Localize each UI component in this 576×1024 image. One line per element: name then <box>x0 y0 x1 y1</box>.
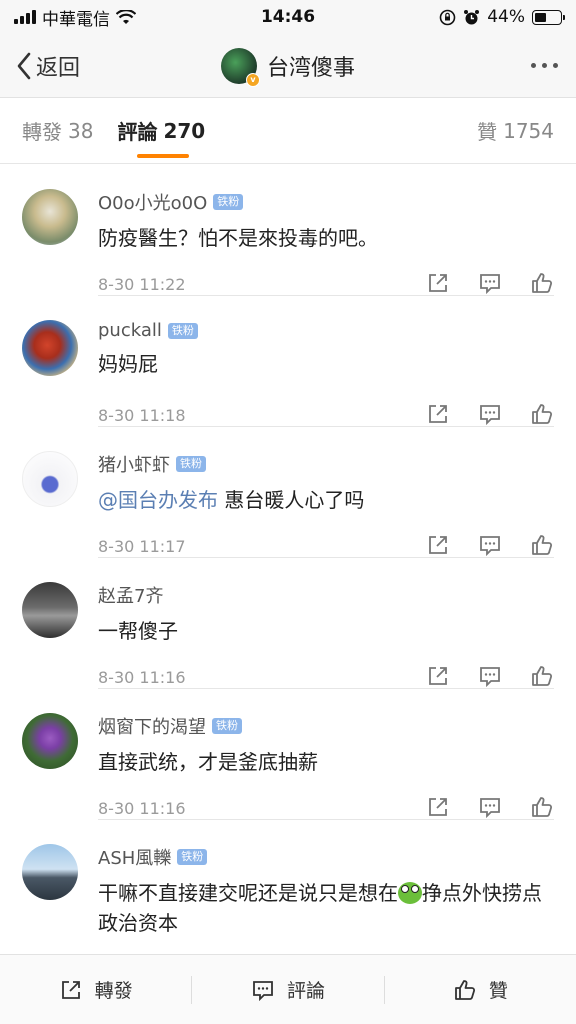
like-icon[interactable] <box>530 795 554 819</box>
comment-button[interactable]: 評論 <box>192 976 383 1003</box>
back-button[interactable]: 返回 <box>0 50 80 82</box>
reply-icon[interactable] <box>478 533 502 557</box>
comment-item: 烟窗下的渴望 铁粉 直接武统，才是釜底抽薪 8-30 11:16 <box>0 689 576 820</box>
username[interactable]: 烟窗下的渴望 <box>98 713 206 739</box>
carrier-name: 中華電信 <box>42 9 110 30</box>
tab-likes[interactable]: 贊 1754 <box>477 98 554 164</box>
comment-item: 猪小虾虾 铁粉 @国台办发布 惠台暖人心了吗 8-30 11:17 <box>0 427 576 558</box>
back-label: 返回 <box>36 55 81 81</box>
more-options-icon[interactable] <box>531 63 576 68</box>
tab-comments-count: 270 <box>163 118 206 143</box>
username[interactable]: puckall <box>98 320 162 341</box>
tab-repost-count: 38 <box>68 118 94 143</box>
tab-comments-label: 評論 <box>117 120 158 144</box>
comment-text: 一帮傻子 <box>98 619 178 643</box>
fan-badge: 铁粉 <box>212 718 242 734</box>
chevron-left-icon <box>17 52 31 79</box>
comment-item: 赵孟7齐 一帮傻子 8-30 11:16 <box>0 558 576 689</box>
share-icon[interactable] <box>426 664 450 688</box>
signal-icon <box>14 10 36 24</box>
username[interactable]: 猪小虾虾 <box>98 451 170 477</box>
tab-comments[interactable]: 評論 270 <box>117 98 205 164</box>
bottom-action-bar: 轉發 評論 贊 <box>0 954 576 1024</box>
wifi-icon <box>116 9 136 24</box>
battery-icon <box>532 9 565 25</box>
tab-bar: 轉發 38 評論 270 贊 1754 <box>0 98 576 164</box>
comment-item: ASH風轢 铁粉 干嘛不直接建交呢还是说只是想在 挣点外快捞点政治资本 <box>0 820 576 954</box>
mention-link[interactable]: @国台办发布 <box>98 488 218 512</box>
alarm-icon <box>464 9 480 24</box>
avatar[interactable] <box>22 844 78 900</box>
comment-label: 評論 <box>286 980 325 1002</box>
share-icon <box>61 980 80 999</box>
comment-text: 防疫醫生？怕不是來投毒的吧。 <box>98 226 378 250</box>
like-icon <box>454 979 475 1000</box>
comment-text: 直接武统，才是釜底抽薪 <box>98 750 318 774</box>
fan-badge: 铁粉 <box>213 194 244 210</box>
verified-badge-icon: v <box>245 72 260 87</box>
comment-list: O0o小光o0O 铁粉 防疫醫生？怕不是來投毒的吧。 8-30 11:22 pu… <box>0 165 576 954</box>
fan-badge: 铁粉 <box>176 456 206 472</box>
comment-text: 妈妈屁 <box>98 352 158 376</box>
page-title[interactable]: 台湾傻事 <box>267 50 355 82</box>
comment-item: O0o小光o0O 铁粉 防疫醫生？怕不是來投毒的吧。 8-30 11:22 <box>0 165 576 296</box>
like-icon[interactable] <box>530 664 554 688</box>
avatar[interactable] <box>22 189 78 245</box>
tab-likes-count: 1754 <box>503 118 554 143</box>
frog-emoji-icon <box>398 882 422 904</box>
comment-time: 8-30 11:16 <box>98 668 186 687</box>
avatar[interactable] <box>22 451 78 507</box>
like-icon[interactable] <box>530 271 554 295</box>
reply-icon[interactable] <box>478 795 502 819</box>
repost-label: 轉發 <box>94 980 133 1002</box>
comment-text: @国台办发布 惠台暖人心了吗 <box>98 488 365 512</box>
status-bar: 中華電信 14:46 44% <box>0 0 576 34</box>
avatar[interactable] <box>22 582 78 638</box>
like-label: 贊 <box>488 980 508 1002</box>
reply-icon[interactable] <box>478 271 502 295</box>
comment-item: puckall 铁粉 妈妈屁 8-30 11:18 <box>0 296 576 427</box>
reply-icon[interactable] <box>478 402 502 426</box>
comment-time: 8-30 11:18 <box>98 406 186 425</box>
like-icon[interactable] <box>530 402 554 426</box>
battery-percent: 44% <box>487 7 525 27</box>
fan-badge: 铁粉 <box>167 322 198 339</box>
username[interactable]: O0o小光o0O <box>98 189 207 215</box>
account-avatar[interactable]: v <box>220 47 260 87</box>
repost-button[interactable]: 轉發 <box>0 976 191 1003</box>
username[interactable]: ASH風轢 <box>98 844 171 870</box>
comment-time: 8-30 11:17 <box>98 537 186 556</box>
nav-bar: 返回 v 台湾傻事 <box>0 34 576 98</box>
comment-icon <box>253 980 273 1001</box>
username[interactable]: 赵孟7齐 <box>98 582 163 608</box>
tab-repost[interactable]: 轉發 38 <box>22 98 93 164</box>
avatar[interactable] <box>22 713 78 769</box>
like-button[interactable]: 贊 <box>385 976 576 1003</box>
tab-likes-label: 贊 <box>477 120 498 144</box>
comment-time: 8-30 11:22 <box>98 275 186 294</box>
avatar[interactable] <box>22 320 78 376</box>
reply-icon[interactable] <box>478 664 502 688</box>
like-icon[interactable] <box>530 533 554 557</box>
share-icon[interactable] <box>426 271 450 295</box>
share-icon[interactable] <box>426 795 450 819</box>
share-icon[interactable] <box>426 533 450 557</box>
fan-badge: 铁粉 <box>177 849 208 865</box>
share-icon[interactable] <box>426 402 450 426</box>
comment-time: 8-30 11:16 <box>98 799 186 818</box>
comment-text: 干嘛不直接建交呢还是说只是想在 挣点外快捞点政治资本 <box>98 881 542 935</box>
tab-repost-label: 轉發 <box>22 120 62 144</box>
rotation-lock-icon <box>439 9 456 25</box>
